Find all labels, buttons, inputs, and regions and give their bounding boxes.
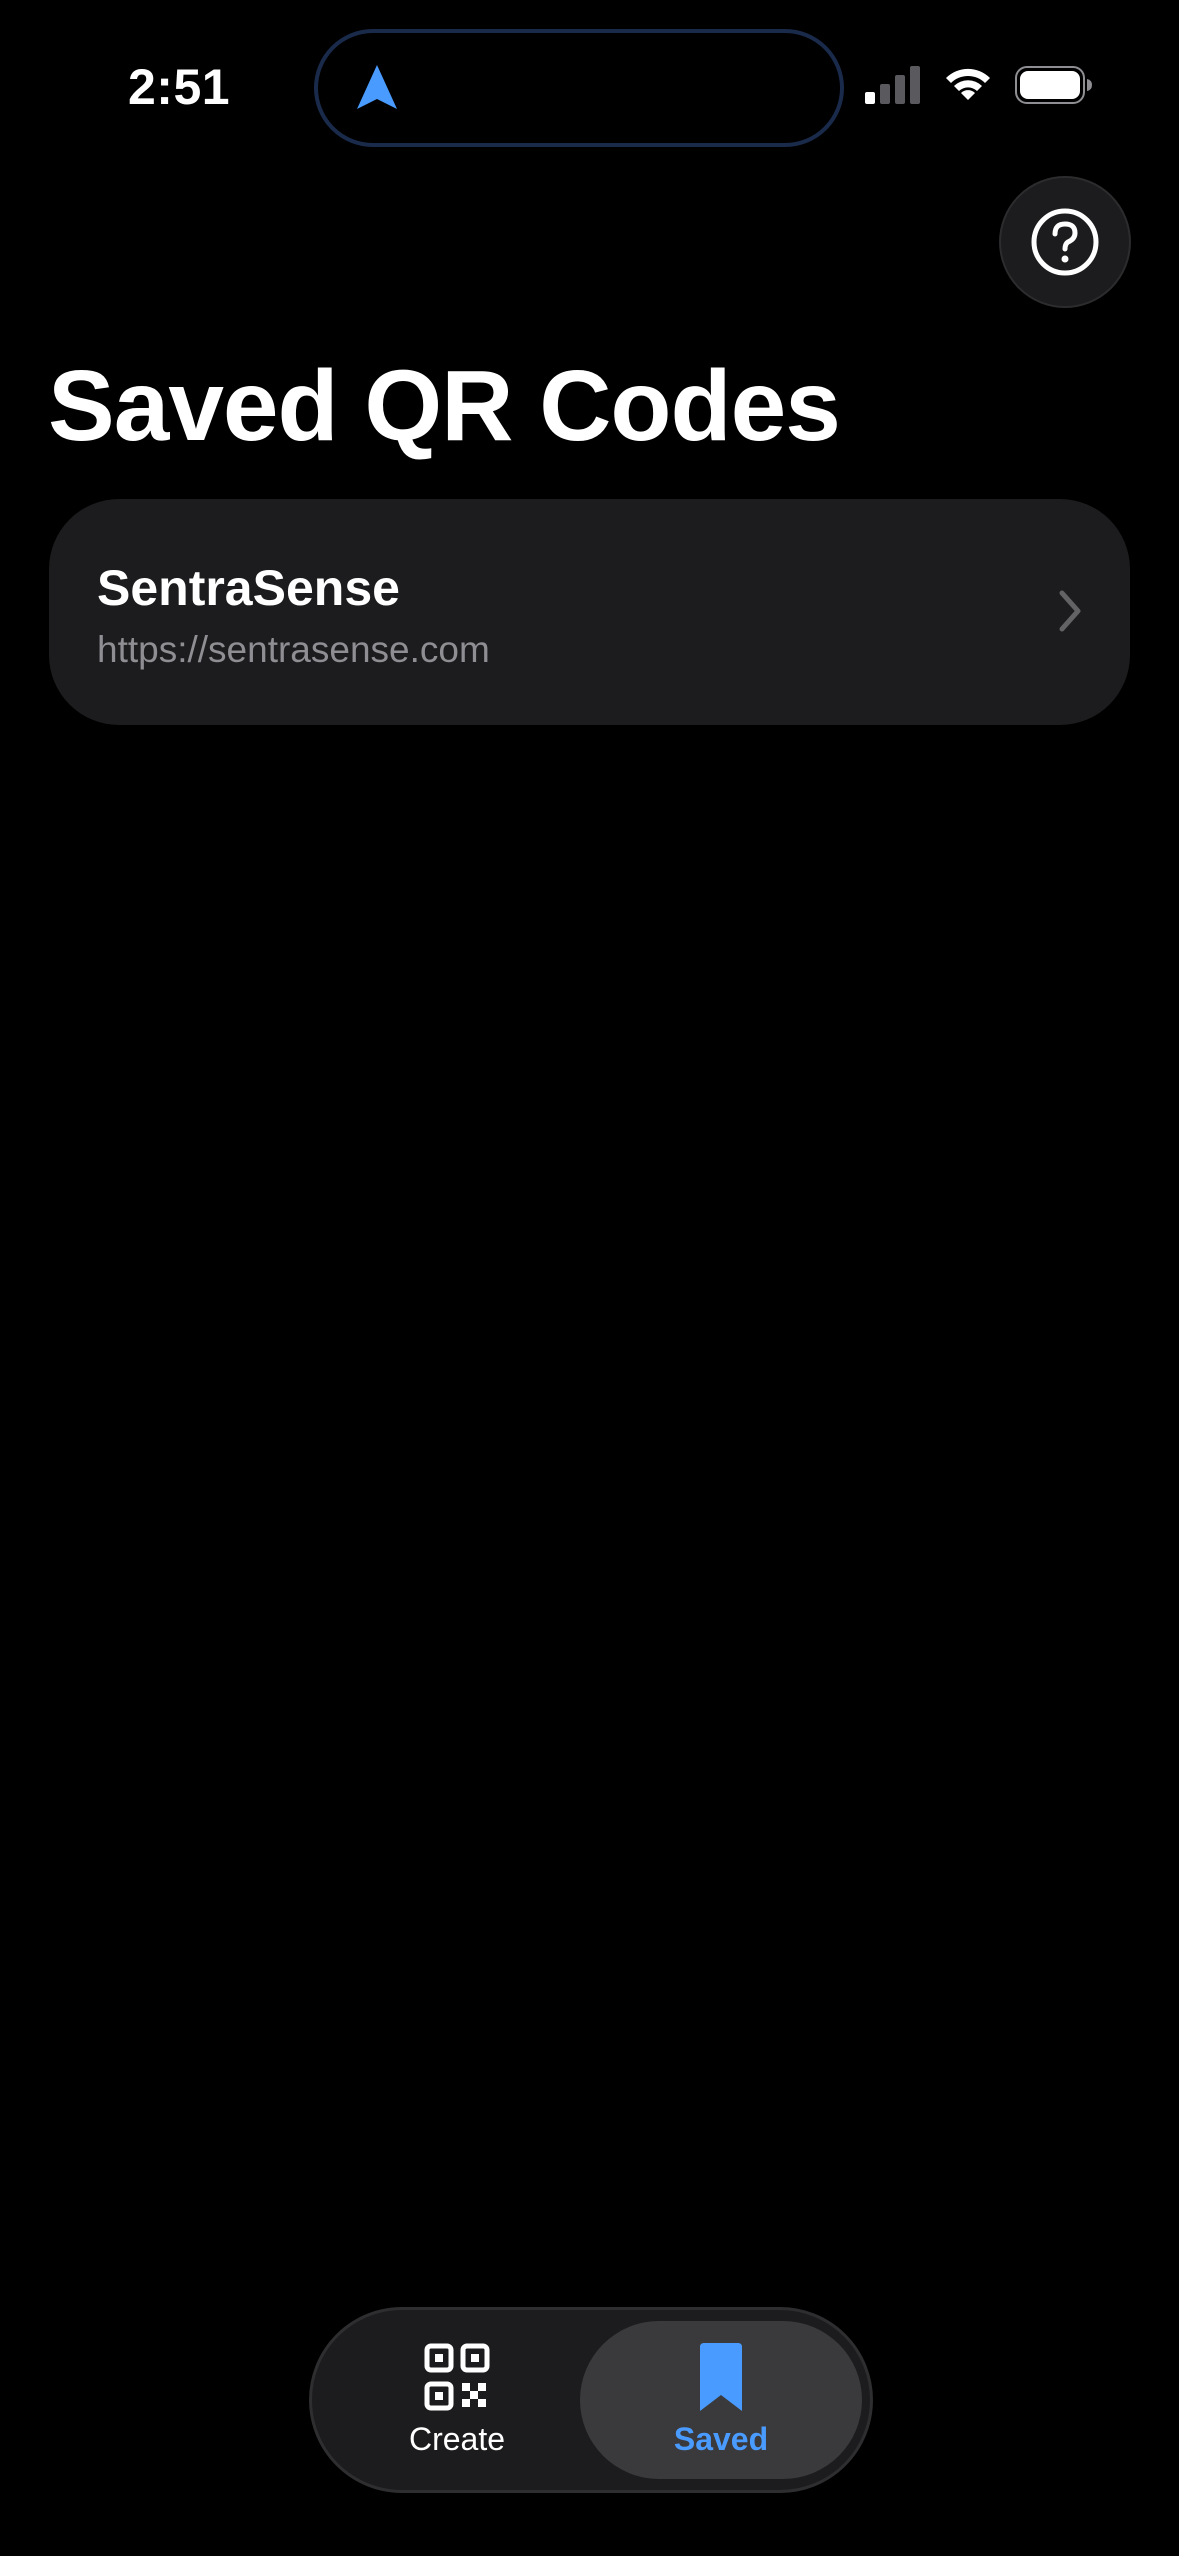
cellular-signal-icon (865, 66, 920, 104)
tab-saved[interactable]: Saved (580, 2321, 862, 2479)
bookmark-icon (700, 2342, 742, 2411)
tab-create-label: Create (408, 2420, 506, 2457)
status-time: 2:51 (128, 59, 231, 115)
dynamic-island (314, 29, 844, 147)
tab-bar: Create Saved (309, 2307, 873, 2493)
location-arrow-icon (357, 65, 397, 109)
tab-create[interactable]: Create (326, 2321, 588, 2479)
status-icons (865, 66, 1093, 104)
saved-qr-item[interactable]: SentraSense https://sentrasense.com (49, 499, 1130, 725)
chevron-right-icon (1059, 590, 1081, 632)
question-circle-icon (1031, 208, 1099, 276)
tab-saved-label: Saved (673, 2420, 769, 2457)
wifi-icon (946, 68, 990, 100)
page-title: Saved QR Codes (48, 350, 841, 462)
saved-item-title: SentraSense (97, 560, 400, 616)
help-button[interactable] (999, 176, 1131, 308)
qr-code-icon (424, 2343, 490, 2410)
battery-icon (1015, 66, 1092, 104)
saved-item-url: https://sentrasense.com (97, 629, 490, 670)
